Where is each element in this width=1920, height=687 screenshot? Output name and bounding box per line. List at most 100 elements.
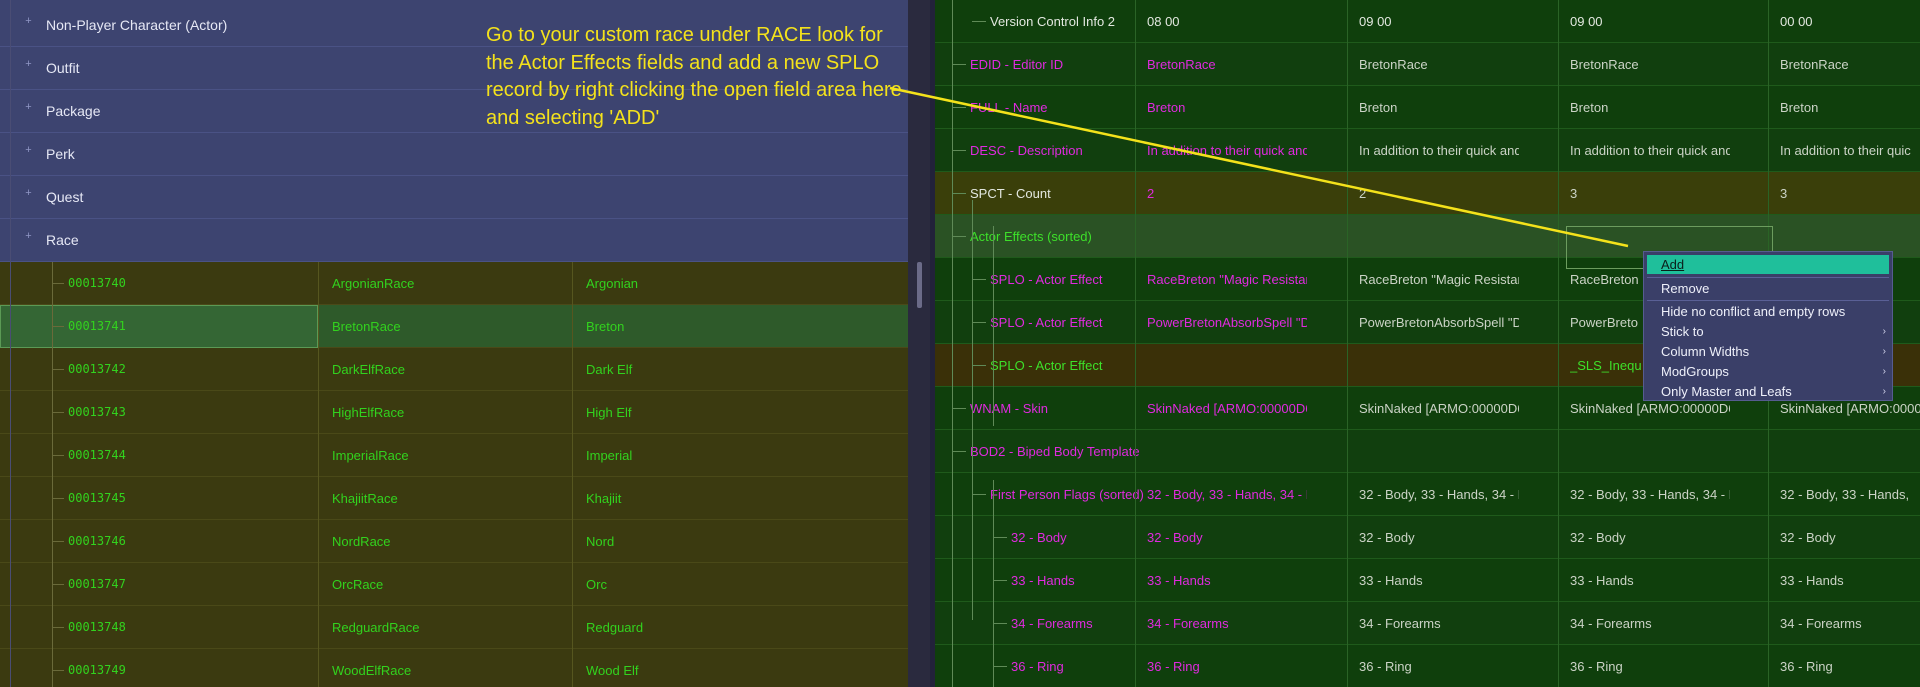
- race-record-row[interactable]: 00013744 ImperialRace Imperial: [0, 434, 908, 477]
- field-label: EDID - Editor ID: [970, 57, 1064, 72]
- race-record-row[interactable]: 00013746 NordRace Nord: [0, 520, 908, 563]
- race-record-row[interactable]: 00013743 HighElfRace High Elf: [0, 391, 908, 434]
- value-col-2[interactable]: BretonRace: [1359, 43, 1519, 86]
- value-col-2[interactable]: 2: [1359, 172, 1519, 215]
- expand-icon[interactable]: +: [25, 188, 32, 199]
- value-col-1[interactable]: PowerBretonAbsorbSpell "Drago...: [1147, 301, 1307, 344]
- record-tree-panel[interactable]: + Non-Player Character (Actor) + Outfit …: [0, 0, 908, 687]
- field-row[interactable]: FULL - Name Breton Breton Breton Breton: [935, 86, 1920, 129]
- value-col-2[interactable]: 34 - Forearms: [1359, 602, 1519, 645]
- race-record-row[interactable]: 00013740 ArgonianRace Argonian: [0, 262, 908, 305]
- context-menu[interactable]: Add Remove Hide no conflict and empty ro…: [1643, 251, 1893, 401]
- field-row[interactable]: BOD2 - Biped Body Template: [935, 430, 1920, 473]
- tree-group-label: Race: [46, 232, 79, 248]
- value-col-3[interactable]: 32 - Body: [1570, 516, 1730, 559]
- field-row[interactable]: 32 - Body 32 - Body 32 - Body 32 - Body 32 -…: [935, 516, 1920, 559]
- value-col-4[interactable]: 32 - Body, 33 - Hands,: [1780, 473, 1920, 516]
- expand-icon[interactable]: +: [25, 102, 32, 113]
- value-col-4[interactable]: BretonRace: [1780, 43, 1920, 86]
- field-label: Actor Effects (sorted): [970, 229, 1092, 244]
- value-col-4[interactable]: In addition to their quic: [1780, 129, 1920, 172]
- value-col-4[interactable]: 33 - Hands: [1780, 559, 1920, 602]
- tree-connector: [972, 279, 986, 280]
- collapse-icon[interactable]: +: [25, 231, 32, 242]
- race-record-row-selected[interactable]: 00013741 BretonRace Breton: [0, 305, 908, 348]
- value-col-4[interactable]: Breton: [1780, 86, 1920, 129]
- value-col-1[interactable]: 08 00: [1147, 0, 1307, 43]
- tree-group-race[interactable]: + Race: [0, 219, 908, 262]
- scrollbar-thumb[interactable]: [917, 262, 922, 308]
- value-col-2[interactable]: 33 - Hands: [1359, 559, 1519, 602]
- left-scrollbar[interactable]: [908, 0, 930, 687]
- value-col-2[interactable]: SkinNaked [ARMO:00000D64]: [1359, 387, 1519, 430]
- value-col-1[interactable]: 2: [1147, 172, 1307, 215]
- value-col-1[interactable]: Breton: [1147, 86, 1307, 129]
- value-col-1[interactable]: BretonRace: [1147, 43, 1307, 86]
- field-row[interactable]: SPCT - Count 2 2 3 3: [935, 172, 1920, 215]
- expand-icon[interactable]: +: [25, 59, 32, 70]
- value-col-3[interactable]: 3: [1570, 172, 1730, 215]
- field-row[interactable]: DESC - Description In addition to their q…: [935, 129, 1920, 172]
- race-record-row[interactable]: 00013749 WoodElfRace Wood Elf: [0, 649, 908, 687]
- value-col-1[interactable]: RaceBreton "Magic Resistance" [...: [1147, 258, 1307, 301]
- value-col-1[interactable]: 32 - Body: [1147, 516, 1307, 559]
- value-col-1[interactable]: 36 - Ring: [1147, 645, 1307, 687]
- menu-item-remove[interactable]: Remove: [1647, 279, 1889, 298]
- value-col-2[interactable]: 32 - Body, 33 - Hands, 34 - Fore...: [1359, 473, 1519, 516]
- expand-icon[interactable]: +: [25, 145, 32, 156]
- field-row[interactable]: Version Control Info 2 08 00 09 00 09 00 00 …: [935, 0, 1920, 43]
- menu-item-column-widths[interactable]: Column Widths ›: [1647, 342, 1889, 361]
- value-col-2[interactable]: 36 - Ring: [1359, 645, 1519, 687]
- menu-separator: [1647, 300, 1889, 301]
- value-col-3[interactable]: In addition to their quick and pe...: [1570, 129, 1730, 172]
- form-id: 00013749: [68, 663, 126, 677]
- menu-item-only-master-leafs[interactable]: Only Master and Leafs ›: [1647, 382, 1889, 401]
- value-col-2[interactable]: In addition to their quick and pe...: [1359, 129, 1519, 172]
- expand-icon[interactable]: +: [25, 16, 32, 27]
- value-col-1[interactable]: 34 - Forearms: [1147, 602, 1307, 645]
- value-col-2[interactable]: 32 - Body: [1359, 516, 1519, 559]
- tree-group-perk[interactable]: + Perk: [0, 133, 908, 176]
- race-record-row[interactable]: 00013748 RedguardRace Redguard: [0, 606, 908, 649]
- value-col-4[interactable]: 00 00: [1780, 0, 1920, 43]
- menu-item-stick-to[interactable]: Stick to ›: [1647, 322, 1889, 341]
- value-col-1[interactable]: 33 - Hands: [1147, 559, 1307, 602]
- value-col-1[interactable]: In addition to their quick and pe...: [1147, 129, 1307, 172]
- value-col-3[interactable]: Breton: [1570, 86, 1730, 129]
- tree-group-label: Outfit: [46, 60, 80, 76]
- race-record-row[interactable]: 00013742 DarkElfRace Dark Elf: [0, 348, 908, 391]
- menu-item-hide-no-conflict[interactable]: Hide no conflict and empty rows: [1647, 302, 1889, 321]
- menu-item-modgroups[interactable]: ModGroups ›: [1647, 362, 1889, 381]
- field-row[interactable]: First Person Flags (sorted) 32 - Body, 33…: [935, 473, 1920, 516]
- value-col-4[interactable]: 32 - Body: [1780, 516, 1920, 559]
- value-col-3[interactable]: 09 00: [1570, 0, 1730, 43]
- value-col-2[interactable]: PowerBretonAbsorbSpell "Drago...: [1359, 301, 1519, 344]
- menu-item-add[interactable]: Add: [1647, 255, 1889, 274]
- field-row[interactable]: EDID - Editor ID BretonRace BretonRace Bret…: [935, 43, 1920, 86]
- value-col-4[interactable]: 34 - Forearms: [1780, 602, 1920, 645]
- value-col-3[interactable]: BretonRace: [1570, 43, 1730, 86]
- form-id: 00013747: [68, 577, 126, 591]
- tree-group-label: Package: [46, 103, 101, 119]
- value-col-1[interactable]: 32 - Body, 33 - Hands, 34 - Fore...: [1147, 473, 1307, 516]
- value-col-3[interactable]: 32 - Body, 33 - Hands, 34 - Fore...: [1570, 473, 1730, 516]
- tree-group-quest[interactable]: + Quest: [0, 176, 908, 219]
- value-col-4[interactable]: 36 - Ring: [1780, 645, 1920, 687]
- race-record-row[interactable]: 00013747 OrcRace Orc: [0, 563, 908, 606]
- value-col-2[interactable]: Breton: [1359, 86, 1519, 129]
- value-col-2[interactable]: RaceBreton "Magic Resistance" [...: [1359, 258, 1519, 301]
- editor-id: RedguardRace: [332, 620, 420, 635]
- value-col-3[interactable]: 33 - Hands: [1570, 559, 1730, 602]
- tree-connector: [52, 627, 64, 628]
- field-row[interactable]: 34 - Forearms 34 - Forearms 34 - Forearms 3…: [935, 602, 1920, 645]
- field-label: First Person Flags (sorted): [990, 487, 1144, 502]
- value-col-3[interactable]: 36 - Ring: [1570, 645, 1730, 687]
- value-col-1[interactable]: SkinNaked [ARMO:00000D64]: [1147, 387, 1307, 430]
- race-record-row[interactable]: 00013745 KhajiitRace Khajiit: [0, 477, 908, 520]
- value-col-2[interactable]: 09 00: [1359, 0, 1519, 43]
- field-row[interactable]: 33 - Hands 33 - Hands 33 - Hands 33 - Hands…: [935, 559, 1920, 602]
- value-col-3[interactable]: 34 - Forearms: [1570, 602, 1730, 645]
- editor-id: WoodElfRace: [332, 663, 412, 678]
- field-row[interactable]: 36 - Ring 36 - Ring 36 - Ring 36 - Ring 36 -…: [935, 645, 1920, 687]
- value-col-4[interactable]: 3: [1780, 172, 1920, 215]
